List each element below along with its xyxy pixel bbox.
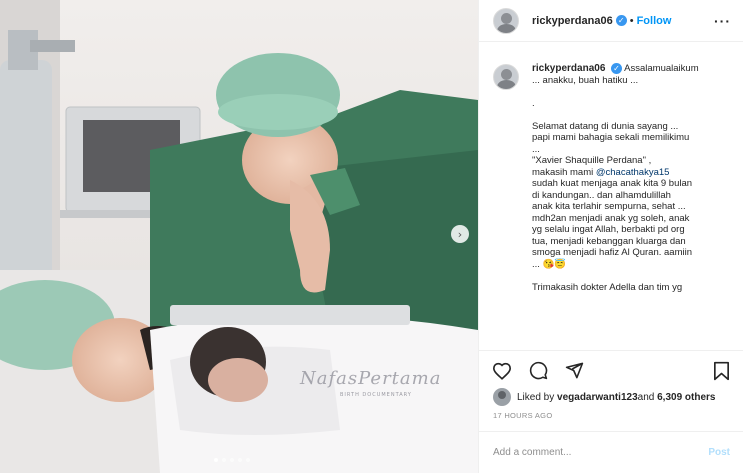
verified-badge-icon: ✓ (611, 63, 623, 75)
follow-button[interactable]: Follow (637, 15, 672, 27)
share-icon (565, 362, 583, 379)
save-button[interactable] (710, 360, 732, 382)
header-separator: • (629, 14, 634, 27)
post-media[interactable]: NafasPertama BIRTH DOCUMENTARY › (0, 0, 478, 473)
comment-input[interactable] (493, 447, 709, 458)
post-sidebar: rickyperdana06 ✓ • Follow ··· rickyperda… (478, 0, 743, 473)
bookmark-icon (713, 361, 729, 380)
carousel-dot (214, 458, 218, 462)
chevron-right-icon: › (457, 227, 463, 241)
caption-username[interactable]: rickyperdana06 (532, 63, 605, 74)
carousel-dot (238, 458, 242, 462)
instagram-post: NafasPertama BIRTH DOCUMENTARY › rickype… (0, 0, 743, 473)
photo-watermark-subtitle: BIRTH DOCUMENTARY (340, 392, 412, 398)
likes-count[interactable]: 6,309 others (657, 392, 715, 403)
caption-avatar[interactable] (493, 64, 519, 90)
carousel-indicator (214, 458, 250, 462)
post-photo (0, 0, 478, 473)
photo-watermark: NafasPertama (300, 368, 442, 389)
verified-badge-icon: ✓ (615, 15, 627, 26)
carousel-dot (230, 458, 234, 462)
caption-body: Assalamualaikum ... anakku, buah hatiku … (532, 63, 699, 178)
likes-prefix: Liked by (517, 391, 555, 403)
liker-username[interactable]: vegadarwanti123 (557, 392, 638, 403)
more-options-icon[interactable]: ··· (714, 13, 731, 29)
caption-text: rickyperdana06 ✓ Assalamualaikum ... ana… (532, 63, 730, 293)
post-caption: rickyperdana06 ✓ Assalamualaikum ... ana… (479, 63, 743, 347)
post-timestamp[interactable]: 17 HOURS AGO (493, 411, 552, 420)
likes-connector: and (637, 391, 655, 403)
action-bar (479, 350, 743, 390)
carousel-next-button[interactable]: › (451, 225, 469, 243)
comment-icon (529, 361, 547, 380)
like-button[interactable] (491, 360, 513, 382)
post-header: rickyperdana06 ✓ • Follow ··· (479, 0, 743, 42)
comment-box: Post (479, 431, 743, 473)
heart-icon (492, 362, 512, 380)
carousel-dot (222, 458, 226, 462)
post-comment-button[interactable]: Post (708, 447, 730, 458)
carousel-dot (246, 458, 250, 462)
likes-summary: Liked by vegadarwanti123 and 6,309 other… (493, 388, 715, 406)
header-username[interactable]: rickyperdana06 (532, 15, 613, 27)
liker-avatar[interactable] (493, 388, 511, 406)
caption-mention-link[interactable]: @chacathakya15 (596, 167, 670, 178)
comment-button[interactable] (527, 360, 549, 382)
caption-body-continued: sudah kuat menjaga anak kita 9 bulan di … (532, 178, 693, 293)
share-button[interactable] (563, 360, 585, 382)
avatar[interactable] (493, 7, 519, 34)
